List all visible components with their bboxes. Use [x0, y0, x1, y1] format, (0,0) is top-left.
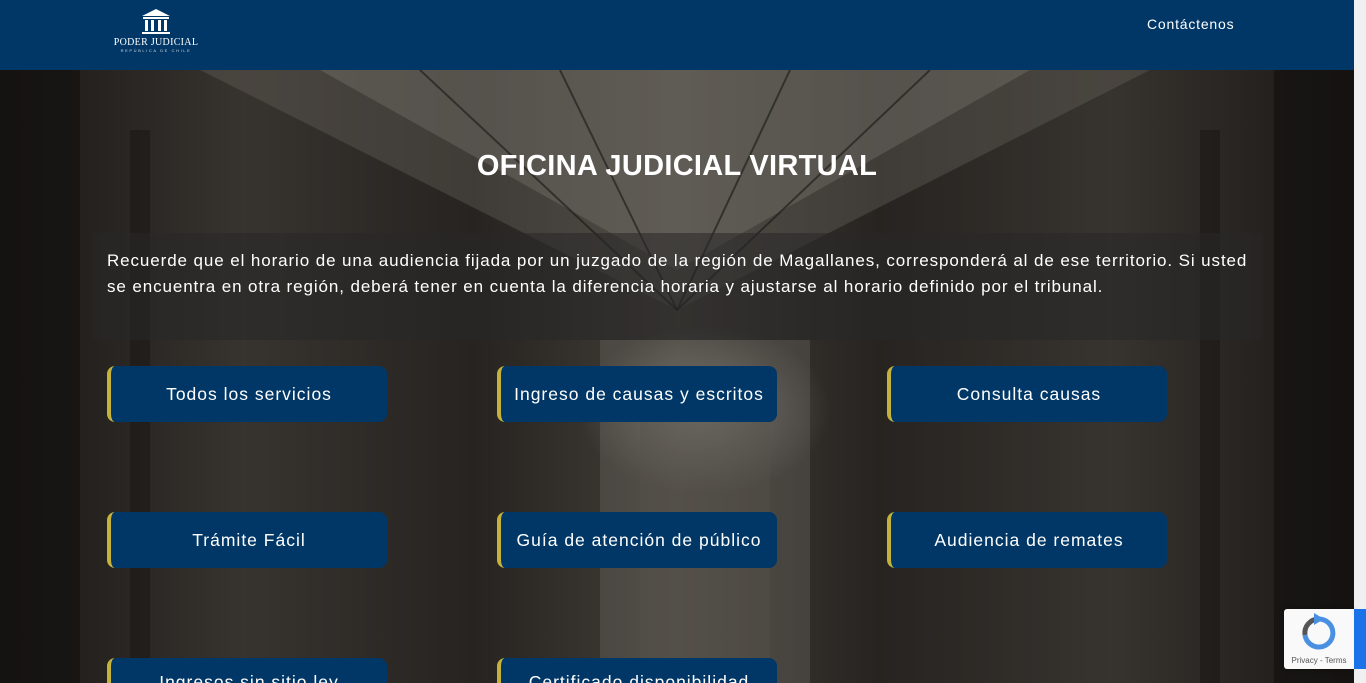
recaptcha-icon — [1302, 613, 1336, 650]
tramite-facil-button[interactable]: Trámite Fácil — [107, 512, 387, 568]
logo-subtext: REPÚBLICA DE CHILE — [120, 48, 192, 53]
poder-judicial-logo[interactable]: PODER JUDICIAL REPÚBLICA DE CHILE — [108, 7, 204, 53]
timezone-notice: Recuerde que el horario de una audiencia… — [93, 233, 1262, 340]
ingreso-causas-button[interactable]: Ingreso de causas y escritos — [497, 366, 777, 422]
recaptcha-tab — [1354, 609, 1366, 669]
notice-text: Recuerde que el horario de una audiencia… — [107, 251, 1248, 296]
nav-contact-link[interactable]: Contáctenos — [1147, 16, 1234, 32]
page-title: OFICINA JUDICIAL VIRTUAL — [476, 150, 878, 182]
site-header: PODER JUDICIAL REPÚBLICA DE CHILE Contác… — [0, 0, 1354, 70]
page-scrollbar[interactable] — [1354, 0, 1366, 683]
recaptcha-links[interactable]: Privacy - Terms — [1284, 656, 1354, 665]
recaptcha-badge[interactable]: Privacy - Terms — [1284, 609, 1354, 669]
guia-atencion-button[interactable]: Guía de atención de público — [497, 512, 777, 568]
hero-section: OFICINA JUDICIAL VIRTUAL Recuerde que el… — [0, 70, 1354, 683]
certificado-disponibilidad-button[interactable]: Certificado disponibilidad — [497, 658, 777, 683]
consulta-causas-button[interactable]: Consulta causas — [887, 366, 1167, 422]
audiencia-remates-button[interactable]: Audiencia de remates — [887, 512, 1167, 568]
courthouse-icon — [142, 9, 170, 34]
todos-los-servicios-button[interactable]: Todos los servicios — [107, 366, 387, 422]
logo-text: PODER JUDICIAL — [113, 37, 199, 48]
ingresos-sin-sitio-button[interactable]: Ingresos sin sitio ley — [107, 658, 387, 683]
